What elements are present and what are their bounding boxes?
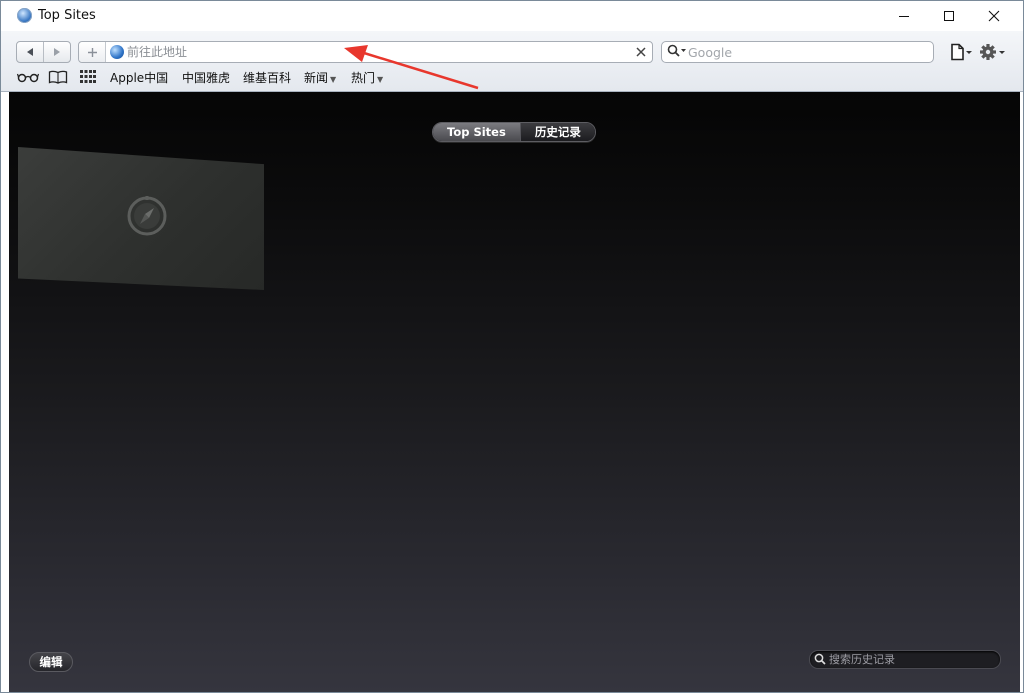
settings-menu-button[interactable]	[979, 41, 1007, 63]
bookmark-folder-news[interactable]: 新闻 ▼	[304, 69, 336, 86]
forward-button[interactable]	[43, 42, 70, 62]
clear-icon	[636, 47, 646, 57]
bookmarks-button[interactable]	[48, 69, 68, 85]
back-button[interactable]	[17, 42, 43, 62]
close-button[interactable]	[971, 1, 1017, 31]
safari-compass-icon	[127, 196, 167, 236]
dropdown-caret-icon: ▼	[330, 75, 337, 84]
bookmark-folder-popular-label: 热门	[351, 71, 376, 85]
clear-url-button[interactable]	[633, 44, 649, 60]
address-bar	[78, 41, 653, 63]
tab-history[interactable]: 历史记录	[519, 123, 595, 141]
title-bar: Top Sites	[1, 1, 1023, 31]
top-sites-button[interactable]	[80, 69, 96, 85]
page-menu-button[interactable]	[949, 41, 973, 63]
top-sites-view: Top Sites 历史记录 编辑	[9, 92, 1020, 692]
search-bar	[661, 41, 934, 63]
add-bookmark-button[interactable]	[79, 42, 106, 62]
tab-top-sites[interactable]: Top Sites	[433, 123, 520, 141]
reading-list-button[interactable]	[17, 69, 39, 85]
safari-app-icon	[17, 8, 32, 23]
plus-icon	[87, 47, 97, 57]
globe-icon	[110, 45, 124, 59]
grid-icon	[80, 70, 96, 83]
window-title: Top Sites	[38, 8, 96, 23]
gear-icon	[980, 44, 1005, 60]
search-icon	[814, 653, 826, 668]
maximize-icon	[944, 11, 954, 21]
minimize-button[interactable]	[881, 1, 927, 31]
page-icon	[951, 43, 972, 61]
history-search-field	[809, 650, 1001, 669]
bookmark-apple-china[interactable]: Apple中国	[110, 69, 168, 86]
top-site-tile[interactable]	[18, 147, 264, 290]
bookmark-folder-news-label: 新闻	[304, 71, 329, 85]
toolbar: Apple中国 中国雅虎 维基百科 新闻▼ 热门▼	[1, 31, 1023, 92]
search-icon	[667, 44, 686, 57]
reading-glasses-icon	[17, 73, 39, 83]
search-input[interactable]	[688, 43, 928, 61]
book-icon	[48, 70, 68, 84]
maximize-button[interactable]	[926, 1, 972, 31]
url-input[interactable]	[127, 43, 627, 61]
view-switcher: Top Sites 历史记录	[432, 122, 596, 142]
close-icon	[988, 10, 1000, 22]
nav-buttons	[16, 41, 71, 63]
minimize-icon	[899, 16, 909, 17]
edit-button[interactable]: 编辑	[29, 652, 73, 672]
bookmark-folder-popular[interactable]: 热门 ▼	[351, 69, 383, 86]
history-search-input[interactable]	[829, 651, 994, 668]
bookmark-yahoo-china[interactable]: 中国雅虎	[182, 69, 230, 86]
search-engine-dropdown[interactable]	[667, 44, 687, 61]
browser-window: Top Sites 前往此地址 Google Apple中国 中国雅虎 维基百科…	[0, 0, 1024, 693]
back-arrow-icon	[27, 48, 33, 56]
forward-arrow-icon	[54, 48, 60, 56]
bookmark-wikipedia[interactable]: 维基百科	[243, 69, 291, 86]
dropdown-caret-icon: ▼	[377, 75, 384, 84]
